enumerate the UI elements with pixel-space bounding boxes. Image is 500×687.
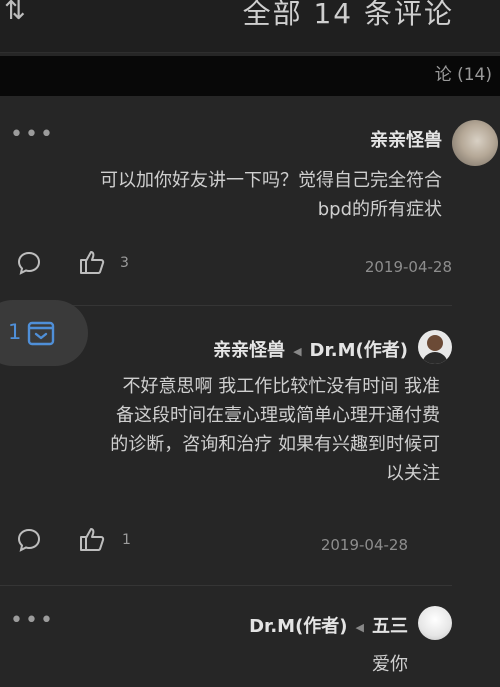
comment-date: 2019-04-28 xyxy=(320,536,408,554)
avatar[interactable] xyxy=(418,330,452,364)
comment-line: 的诊断，咨询和治疗 如果有兴趣到时候可 xyxy=(110,434,440,455)
comment-bubble-icon[interactable] xyxy=(16,250,42,276)
comment-line: 备这段时间在壹心理或简单心理开通付费 xyxy=(116,405,440,426)
comment-author[interactable]: Dr.M(作者) xyxy=(310,340,408,361)
divider xyxy=(0,585,452,586)
comment-item: 亲亲怪兽 ◀ Dr.M(作者) 不好意思啊 我工作比较忙没有时间 我准 备这段时间在… xyxy=(0,310,500,595)
thumbs-up-icon[interactable] xyxy=(78,248,106,276)
top-bar: ⇅ 全部 14 条评论 xyxy=(0,0,500,53)
comment-date: 2019-04-28 xyxy=(364,258,452,276)
comment-line: 不好意思啊 我工作比较忙没有时间 我准 xyxy=(122,376,440,397)
thumbs-up-icon[interactable] xyxy=(78,525,106,553)
comment-line: 爱你 xyxy=(372,654,408,675)
reply-to-author[interactable]: Dr.M(作者) xyxy=(249,616,347,637)
comment-bubble-icon[interactable] xyxy=(16,527,42,553)
reply-arrow-icon: ◀ xyxy=(293,344,302,358)
avatar[interactable] xyxy=(418,606,452,640)
sort-icon[interactable]: ⇅ xyxy=(4,0,26,26)
comment-item: ••• Dr.M(作者) ◀ 五三 爱你 xyxy=(0,590,500,687)
comment-count-bar: 论 (14) xyxy=(0,56,500,96)
comment-line: bpd的所有症状 xyxy=(317,199,442,220)
comment-line: 可以加你好友讲一下吗？觉得自己完全符合 xyxy=(100,170,442,191)
more-options-icon[interactable]: ••• xyxy=(10,122,55,147)
comment-line: 以关注 xyxy=(386,463,440,484)
comment-body: 不好意思啊 我工作比较忙没有时间 我准 备这段时间在壹心理或简单心理开通付费 的… xyxy=(10,372,440,488)
comment-body: 可以加你好友讲一下吗？觉得自己完全符合 bpd的所有症状 xyxy=(2,166,442,224)
reply-arrow-icon: ◀ xyxy=(355,620,364,634)
like-count: 3 xyxy=(120,255,129,271)
reply-to-author[interactable]: 亲亲怪兽 xyxy=(213,340,285,361)
comment-author-line: Dr.M(作者) ◀ 五三 xyxy=(249,612,408,638)
comment-count-label: 论 (14) xyxy=(434,65,492,85)
page-title: 全部 14 条评论 xyxy=(242,0,454,30)
comment-author-line: 亲亲怪兽 ◀ Dr.M(作者) xyxy=(213,336,408,362)
like-count: 1 xyxy=(122,532,131,548)
more-options-icon[interactable]: ••• xyxy=(10,608,55,633)
comment-body: 爱你 xyxy=(108,650,408,679)
comment-author[interactable]: 亲亲怪兽 xyxy=(370,126,442,152)
comment-author[interactable]: 五三 xyxy=(372,616,408,637)
comment-item: ••• 亲亲怪兽 可以加你好友讲一下吗？觉得自己完全符合 bpd的所有症状 3 … xyxy=(0,96,500,310)
avatar[interactable] xyxy=(452,120,498,166)
